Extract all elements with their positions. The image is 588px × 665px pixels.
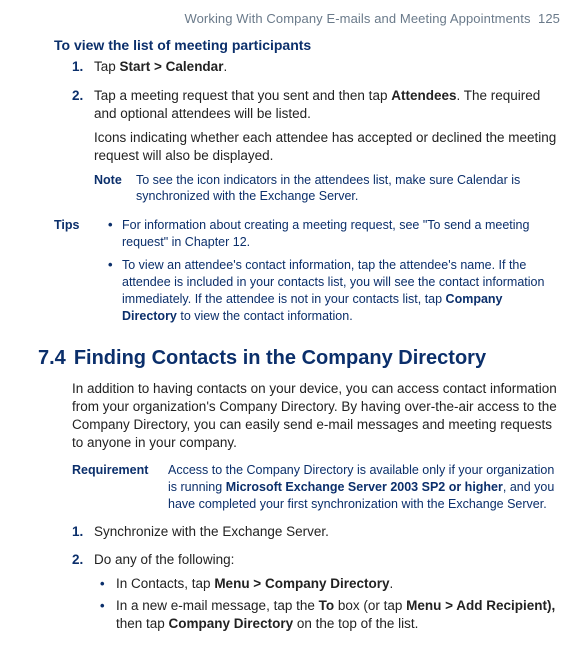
strong-exchange-server: Microsoft Exchange Server 2003 SP2 or hi… xyxy=(226,480,503,494)
bullet-icon: • xyxy=(100,597,116,633)
page-header: Working With Company E-mails and Meeting… xyxy=(48,10,560,28)
note-text: To see the icon indicators in the attend… xyxy=(136,172,560,206)
sub-item: • In Contacts, tap Menu > Company Direct… xyxy=(100,575,560,593)
step-number: 1. xyxy=(72,523,94,547)
directory-steps: 1. Synchronize with the Exchange Server.… xyxy=(72,523,560,636)
section-title: Finding Contacts in the Company Director… xyxy=(74,347,486,369)
section-number: 7.4 xyxy=(38,345,66,372)
requirement-block: Requirement Access to the Company Direct… xyxy=(72,462,560,513)
section-heading-7-4: 7.4 Finding Contacts in the Company Direc… xyxy=(38,345,560,372)
step-number: 1. xyxy=(72,58,94,82)
sub-text: In Contacts, tap Menu > Company Director… xyxy=(116,575,560,593)
strong-to: To xyxy=(319,598,335,613)
tip-item: • For information about creating a meeti… xyxy=(108,217,560,251)
step-body: Tap Start > Calendar. xyxy=(94,58,560,82)
strong-attendees: Attendees xyxy=(391,88,456,103)
note-label: Note xyxy=(94,172,136,206)
step-body: Tap a meeting request that you sent and … xyxy=(94,87,560,214)
bullet-icon: • xyxy=(108,257,122,325)
step-2: 2. Tap a meeting request that you sent a… xyxy=(72,87,560,214)
strong-menu-company-directory: Menu > Company Directory xyxy=(214,576,389,591)
tip-item: • To view an attendee's contact informat… xyxy=(108,257,560,325)
step-body: Synchronize with the Exchange Server. xyxy=(94,523,560,547)
step-number: 2. xyxy=(72,87,94,214)
strong-company-directory: Company Directory xyxy=(169,616,294,631)
note-block: Note To see the icon indicators in the a… xyxy=(94,172,560,206)
step-1: 1. Synchronize with the Exchange Server. xyxy=(72,523,560,547)
tip-text: For information about creating a meeting… xyxy=(122,217,560,251)
tips-list: • For information about creating a meeti… xyxy=(108,217,560,330)
step-1: 1. Tap Start > Calendar. xyxy=(72,58,560,82)
sub-bullets: • In Contacts, tap Menu > Company Direct… xyxy=(100,575,560,633)
sub-text: In a new e-mail message, tap the To box … xyxy=(116,597,560,633)
sub-item: • In a new e-mail message, tap the To bo… xyxy=(100,597,560,633)
strong-start-calendar: Start > Calendar xyxy=(120,59,224,74)
step-2: 2. Do any of the following: • In Contact… xyxy=(72,551,560,636)
intro-paragraph: In addition to having contacts on your d… xyxy=(72,380,560,453)
header-text: Working With Company E-mails and Meeting… xyxy=(184,11,530,26)
tips-block: Tips • For information about creating a … xyxy=(54,217,560,330)
tips-label: Tips xyxy=(54,217,108,330)
page-number: 125 xyxy=(538,11,560,26)
bullet-icon: • xyxy=(100,575,116,593)
requirement-text: Access to the Company Directory is avail… xyxy=(168,462,560,513)
strong-menu-add-recipient: Menu > Add Recipient), xyxy=(406,598,555,613)
bullet-icon: • xyxy=(108,217,122,251)
section-title-participants: To view the list of meeting participants xyxy=(54,36,560,55)
requirement-label: Requirement xyxy=(72,462,168,513)
step-body: Do any of the following: • In Contacts, … xyxy=(94,551,560,636)
step-number: 2. xyxy=(72,551,94,636)
participants-steps: 1. Tap Start > Calendar. 2. Tap a meetin… xyxy=(72,58,560,213)
tip-text: To view an attendee's contact informatio… xyxy=(122,257,560,325)
